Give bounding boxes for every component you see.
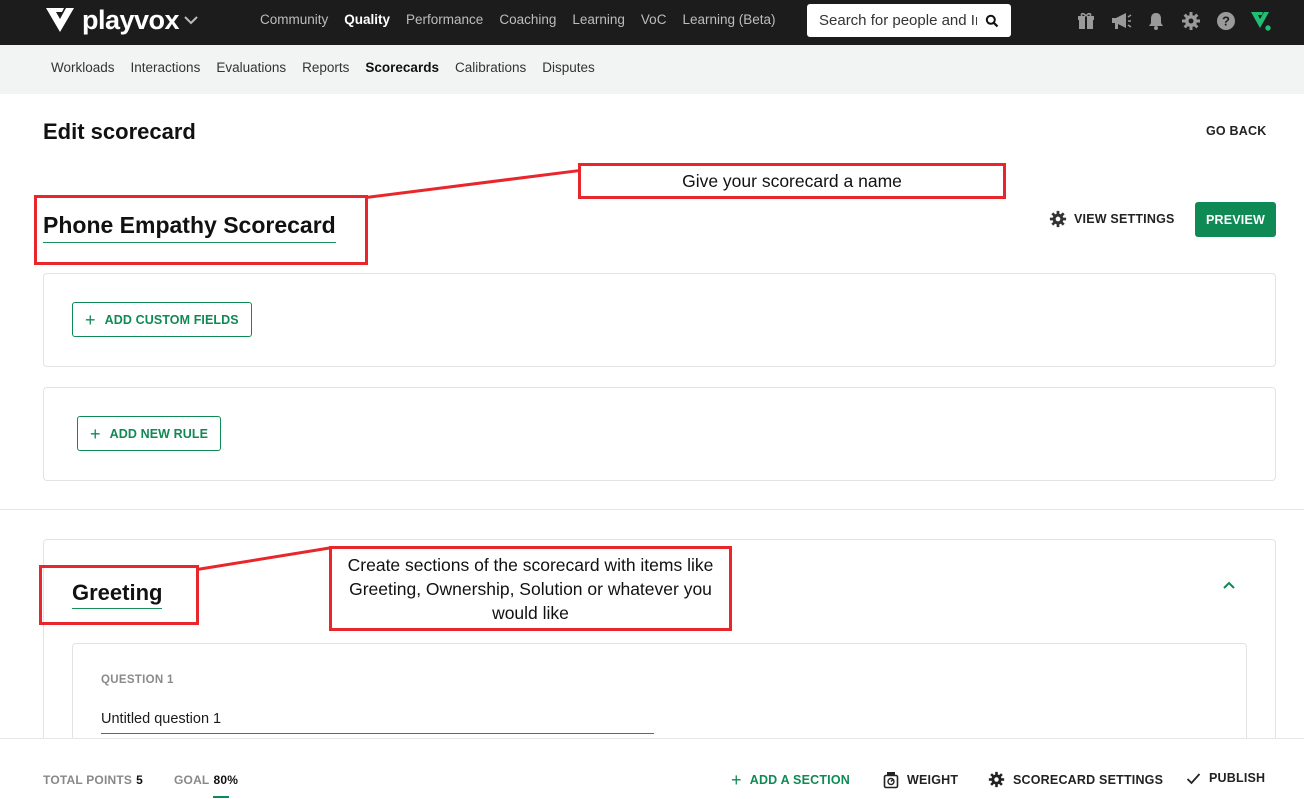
weight-button[interactable]: WEIGHT xyxy=(883,771,958,789)
gear-icon[interactable] xyxy=(1180,10,1202,32)
annotation-highlight-section xyxy=(39,565,199,625)
goal-underline xyxy=(213,796,229,798)
subnav-interactions[interactable]: Interactions xyxy=(131,60,201,75)
search-input[interactable] xyxy=(819,12,977,29)
annotation-section-note: Create sections of the scorecard with it… xyxy=(329,546,732,631)
search-icon[interactable] xyxy=(985,14,999,28)
add-section-button[interactable]: + ADD A SECTION xyxy=(731,771,850,789)
subnav-scorecards[interactable]: Scorecards xyxy=(365,60,439,75)
annotation-name-note: Give your scorecard a name xyxy=(578,163,1006,199)
total-points-label: TOTAL POINTS xyxy=(43,773,133,787)
view-settings-label: VIEW SETTINGS xyxy=(1074,212,1175,226)
add-new-rule-button[interactable]: + ADD NEW RULE xyxy=(77,416,222,451)
rules-card: + ADD NEW RULE xyxy=(43,387,1276,481)
nav-community[interactable]: Community xyxy=(260,12,328,27)
publish-button[interactable]: PUBLISH xyxy=(1186,771,1265,785)
nav-learning-beta[interactable]: Learning (Beta) xyxy=(682,12,775,27)
scorecard-settings-button[interactable]: SCORECARD SETTINGS xyxy=(988,771,1163,788)
section-divider xyxy=(0,509,1304,510)
goal-label: GOAL xyxy=(174,773,210,787)
scale-weight-icon xyxy=(883,772,899,789)
plus-icon: + xyxy=(90,423,101,444)
gear-icon xyxy=(1049,210,1067,228)
help-icon[interactable]: ? xyxy=(1215,10,1237,32)
add-section-label: ADD A SECTION xyxy=(749,773,851,787)
view-settings-button[interactable]: VIEW SETTINGS xyxy=(1049,210,1175,228)
bell-icon[interactable] xyxy=(1145,10,1167,32)
subnav-reports[interactable]: Reports xyxy=(302,60,349,75)
megaphone-icon[interactable] xyxy=(1110,10,1132,32)
top-icons: ? xyxy=(1075,10,1272,32)
nav-learning[interactable]: Learning xyxy=(572,12,625,27)
annotation-pointer-line xyxy=(365,168,581,199)
question-label: QUESTION 1 xyxy=(101,674,174,686)
goal-value: 80% xyxy=(213,773,239,787)
annotation-highlight-name xyxy=(34,195,368,265)
add-custom-fields-button[interactable]: + ADD CUSTOM FIELDS xyxy=(72,302,252,337)
nav-coaching[interactable]: Coaching xyxy=(499,12,556,27)
playvox-logo-icon xyxy=(46,8,74,32)
custom-fields-card: + ADD CUSTOM FIELDS xyxy=(43,273,1276,367)
main-nav: Community Quality Performance Coaching L… xyxy=(260,12,792,27)
plus-icon: + xyxy=(731,770,742,790)
go-back-button[interactable]: GO BACK xyxy=(1206,124,1266,138)
add-custom-fields-label: ADD CUSTOM FIELDS xyxy=(104,312,239,327)
scorecard-settings-label: SCORECARD SETTINGS xyxy=(1013,772,1164,787)
subnav-calibrations[interactable]: Calibrations xyxy=(455,60,526,75)
search-box xyxy=(807,4,1011,37)
total-points: TOTAL POINTS 5 xyxy=(43,773,143,787)
total-points-value: 5 xyxy=(136,773,143,787)
gift-icon[interactable] xyxy=(1075,10,1097,32)
plus-icon: + xyxy=(85,309,96,330)
weight-label: WEIGHT xyxy=(907,773,959,787)
goal[interactable]: GOAL 80% xyxy=(174,773,238,787)
publish-label: PUBLISH xyxy=(1209,771,1266,785)
playvox-status-icon[interactable] xyxy=(1250,10,1272,32)
chevron-down-icon[interactable] xyxy=(183,12,199,28)
nav-performance[interactable]: Performance xyxy=(406,12,483,27)
nav-quality[interactable]: Quality xyxy=(344,12,390,27)
subnav-disputes[interactable]: Disputes xyxy=(542,60,595,75)
gear-icon xyxy=(988,771,1005,788)
playvox-logo[interactable]: playvox xyxy=(44,4,199,36)
subnav-evaluations[interactable]: Evaluations xyxy=(216,60,286,75)
sub-nav: Workloads Interactions Evaluations Repor… xyxy=(0,45,1304,94)
page-title: Edit scorecard xyxy=(43,119,196,144)
subnav-workloads[interactable]: Workloads xyxy=(51,60,115,75)
logo-text: playvox xyxy=(82,4,180,35)
nav-voc[interactable]: VoC xyxy=(641,12,667,27)
top-bar: playvox Community Quality Performance Co… xyxy=(0,0,1304,45)
chevron-up-icon[interactable] xyxy=(1220,578,1238,592)
preview-button[interactable]: PREVIEW xyxy=(1195,202,1276,237)
svg-text:?: ? xyxy=(1222,14,1230,29)
question-title-input[interactable] xyxy=(101,711,654,734)
check-icon xyxy=(1186,772,1201,784)
add-new-rule-label: ADD NEW RULE xyxy=(109,426,209,441)
footer-bar: TOTAL POINTS 5 GOAL 80% + ADD A SECTION WE… xyxy=(0,738,1304,799)
